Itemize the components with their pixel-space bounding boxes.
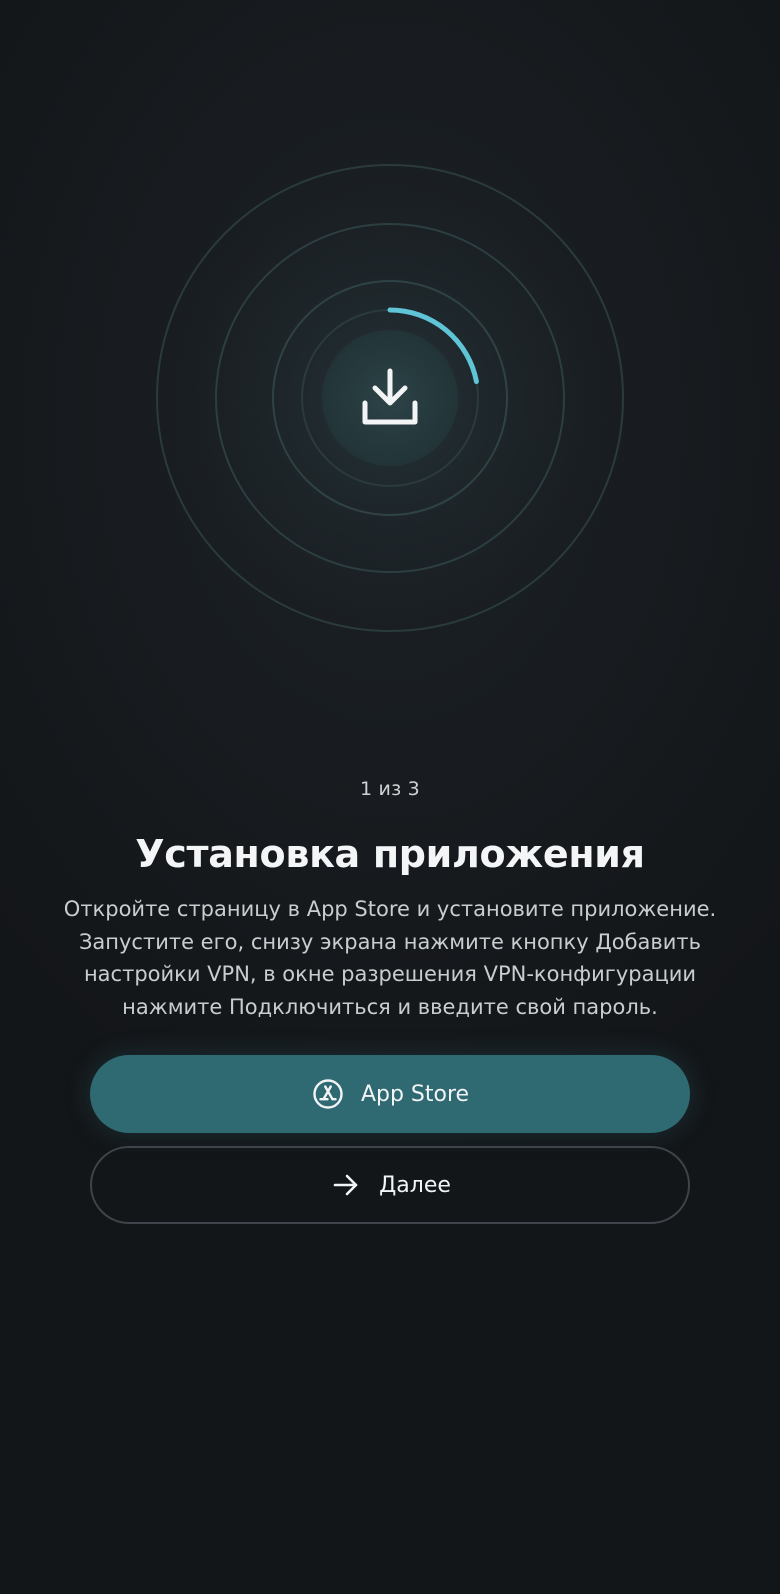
next-button-label: Далее [379, 1172, 451, 1198]
app-store-button[interactable]: App Store [90, 1055, 690, 1133]
app-store-button-label: App Store [360, 1081, 470, 1107]
next-button[interactable]: Далее [90, 1146, 690, 1224]
page-title: Установка приложения [135, 832, 645, 876]
arrow-right-icon [329, 1168, 363, 1202]
app-store-icon [311, 1077, 345, 1111]
instruction-text: Откройте страницу в App Store и установи… [63, 897, 717, 1019]
step-indicator: 1 из 3 [360, 778, 420, 800]
download-illustration [0, 0, 780, 760]
